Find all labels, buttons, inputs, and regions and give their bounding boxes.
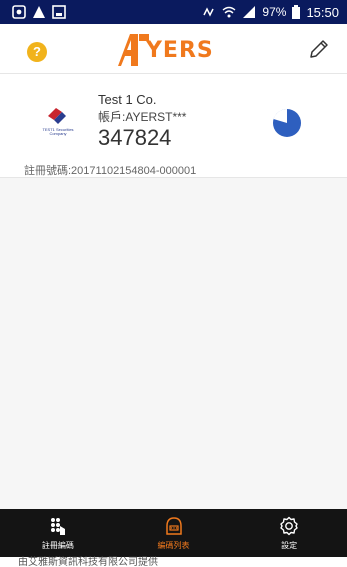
wifi-icon bbox=[222, 6, 236, 18]
logo-text: YERS bbox=[146, 37, 214, 63]
account-card[interactable]: TEST1 Securities Company Test 1 Co. 帳戶:A… bbox=[0, 75, 347, 178]
signal-icon bbox=[243, 6, 256, 18]
countdown-pie-icon bbox=[273, 108, 301, 137]
nav-list-label: 編碼列表 bbox=[157, 541, 190, 550]
status-bar: 97% 15:50 bbox=[0, 0, 347, 24]
provider-footer: 由艾雅斯資訊科技有限公司提供 bbox=[18, 557, 158, 567]
otp-code: 347824 bbox=[98, 125, 172, 150]
app-screen: 97% 15:50 ? YERS TEST1 Securities Compan… bbox=[0, 0, 347, 567]
bottom-nav: 註冊編碼 編碼列表 設定 bbox=[0, 509, 347, 557]
nav-register-label: 註冊編碼 bbox=[41, 541, 74, 550]
list-empty-area bbox=[0, 178, 347, 509]
help-button[interactable]: ? bbox=[27, 42, 47, 62]
status-right-icons: 97% 15:50 bbox=[202, 5, 339, 20]
account-id: 帳戶:AYERST*** bbox=[98, 110, 187, 124]
gear-icon bbox=[280, 516, 298, 536]
warning-icon bbox=[33, 6, 45, 18]
image-icon bbox=[52, 5, 66, 19]
battery-icon bbox=[292, 5, 301, 19]
register-icon bbox=[50, 518, 65, 535]
nav-settings-label: 設定 bbox=[281, 541, 298, 550]
nav-register[interactable]: 註冊編碼 bbox=[0, 509, 116, 557]
mute-icon bbox=[203, 7, 215, 17]
notification-icon bbox=[12, 5, 26, 19]
battery-percent: 97% bbox=[262, 5, 287, 19]
company-logo-caption: TEST1 Securities Company bbox=[42, 127, 74, 136]
clock: 15:50 bbox=[306, 4, 339, 20]
nav-list[interactable]: 編碼列表 bbox=[116, 509, 232, 557]
company-name: Test 1 Co. bbox=[98, 92, 157, 107]
list-icon bbox=[165, 517, 182, 535]
app-header: ? YERS bbox=[0, 24, 347, 74]
ayers-logo: YERS bbox=[112, 32, 236, 68]
nav-settings[interactable]: 設定 bbox=[231, 509, 347, 557]
status-left-icons bbox=[12, 5, 66, 19]
registration-number: 註冊號碼:20171102154804-000001 bbox=[24, 165, 197, 177]
ayers-logo-icon bbox=[118, 34, 149, 66]
pencil-icon[interactable] bbox=[307, 37, 331, 61]
